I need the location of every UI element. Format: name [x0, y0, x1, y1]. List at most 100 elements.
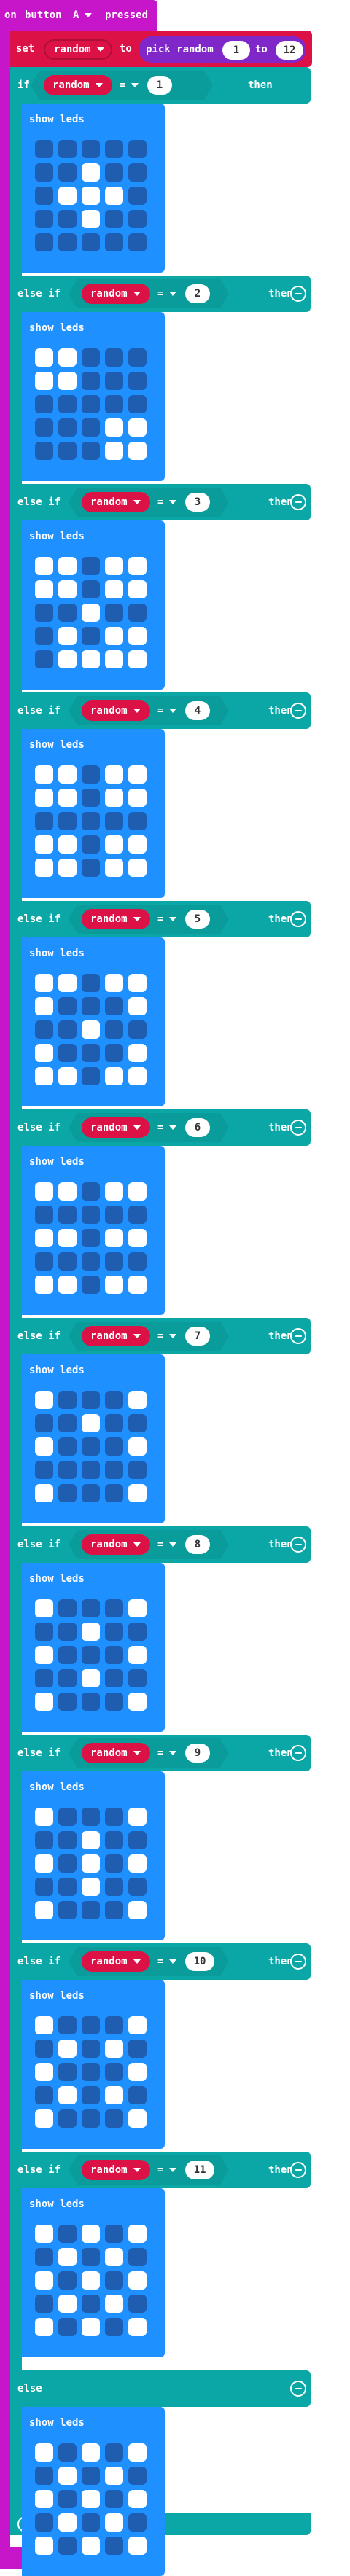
led-on[interactable]	[128, 789, 147, 807]
led-off[interactable]	[82, 418, 100, 437]
led-on[interactable]	[128, 418, 147, 437]
led-off[interactable]	[82, 1646, 100, 1664]
led-on[interactable]	[58, 835, 77, 854]
led-on[interactable]	[128, 1599, 147, 1617]
led-off[interactable]	[128, 348, 147, 367]
led-on[interactable]	[82, 210, 100, 228]
led-off[interactable]	[35, 187, 53, 205]
led-off[interactable]	[105, 1808, 123, 1826]
led-on[interactable]	[128, 859, 147, 877]
led-off[interactable]	[58, 2063, 77, 2081]
led-on[interactable]	[35, 348, 53, 367]
led-off[interactable]	[58, 1414, 77, 1432]
led-off[interactable]	[35, 140, 53, 158]
led-on[interactable]	[128, 2271, 147, 2290]
led-off[interactable]	[58, 1461, 77, 1479]
led-on[interactable]	[35, 765, 53, 784]
led-on[interactable]	[82, 604, 100, 622]
led-on[interactable]	[82, 1878, 100, 1896]
led-on[interactable]	[105, 1182, 123, 1201]
variable-dropdown[interactable]: random	[82, 492, 150, 512]
led-on[interactable]	[105, 418, 123, 437]
led-off[interactable]	[128, 1020, 147, 1039]
led-off[interactable]	[35, 2040, 53, 2058]
led-on[interactable]	[35, 557, 53, 575]
variable-dropdown[interactable]: random	[82, 1117, 150, 1138]
led-off[interactable]	[35, 233, 53, 251]
led-off[interactable]	[105, 2490, 123, 2508]
led-off[interactable]	[105, 1391, 123, 1409]
variable-dropdown[interactable]: random	[82, 1534, 150, 1555]
led-off[interactable]	[35, 1831, 53, 1849]
variable-dropdown[interactable]: random	[44, 75, 112, 95]
led-off[interactable]	[105, 2537, 123, 2555]
led-off[interactable]	[82, 1182, 100, 1201]
remove-branch-icon[interactable]	[290, 1328, 306, 1344]
led-on[interactable]	[128, 627, 147, 645]
compare-value-input[interactable]: 2	[185, 284, 210, 303]
led-on[interactable]	[58, 1182, 77, 1201]
compare-operator-dropdown[interactable]: =	[117, 77, 141, 94]
led-off[interactable]	[105, 2443, 123, 2462]
led-off[interactable]	[128, 163, 147, 182]
compare-value-input[interactable]: 4	[185, 701, 210, 720]
led-off[interactable]	[128, 604, 147, 622]
led-off[interactable]	[35, 1414, 53, 1432]
led-on[interactable]	[58, 348, 77, 367]
led-off[interactable]	[58, 812, 77, 830]
led-on[interactable]	[128, 580, 147, 598]
led-off[interactable]	[82, 580, 100, 598]
led-on[interactable]	[58, 580, 77, 598]
led-off[interactable]	[82, 2086, 100, 2104]
led-on[interactable]	[82, 650, 100, 668]
led-off[interactable]	[58, 442, 77, 460]
led-on[interactable]	[35, 2016, 53, 2034]
led-off[interactable]	[105, 604, 123, 622]
led-on[interactable]	[128, 650, 147, 668]
led-off[interactable]	[58, 1206, 77, 1224]
led-on[interactable]	[128, 2537, 147, 2555]
led-off[interactable]	[58, 1646, 77, 1664]
led-off[interactable]	[58, 1808, 77, 1826]
compare-operator-dropdown[interactable]: =	[155, 2161, 179, 2179]
led-off[interactable]	[105, 2016, 123, 2034]
led-off[interactable]	[82, 1693, 100, 1711]
led-on[interactable]	[35, 2490, 53, 2508]
led-on[interactable]	[35, 1067, 53, 1085]
variable-dropdown[interactable]: random	[82, 1743, 150, 1763]
led-off[interactable]	[128, 2040, 147, 2058]
led-off[interactable]	[82, 1229, 100, 1247]
led-on[interactable]	[128, 997, 147, 1015]
led-on[interactable]	[82, 2225, 100, 2243]
led-on[interactable]	[128, 2109, 147, 2128]
led-on[interactable]	[35, 2443, 53, 2462]
led-off[interactable]	[58, 233, 77, 251]
led-on[interactable]	[128, 2443, 147, 2462]
led-on[interactable]	[128, 2490, 147, 2508]
led-off[interactable]	[105, 812, 123, 830]
led-on[interactable]	[58, 789, 77, 807]
led-off[interactable]	[82, 1461, 100, 1479]
led-on[interactable]	[128, 1182, 147, 1201]
led-off[interactable]	[105, 1669, 123, 1687]
variable-dropdown[interactable]: random	[82, 700, 150, 721]
led-off[interactable]	[105, 1878, 123, 1896]
led-on[interactable]	[35, 1646, 53, 1664]
led-off[interactable]	[58, 418, 77, 437]
led-on[interactable]	[35, 1182, 53, 1201]
led-off[interactable]	[82, 1044, 100, 1062]
led-off[interactable]	[105, 210, 123, 228]
led-off[interactable]	[58, 1391, 77, 1409]
led-off[interactable]	[105, 1414, 123, 1432]
led-off[interactable]	[105, 1252, 123, 1271]
led-off[interactable]	[35, 812, 53, 830]
led-off[interactable]	[35, 650, 53, 668]
led-off[interactable]	[58, 1693, 77, 1711]
led-off[interactable]	[128, 187, 147, 205]
led-off[interactable]	[82, 1391, 100, 1409]
led-off[interactable]	[105, 163, 123, 182]
led-off[interactable]	[128, 1206, 147, 1224]
led-off[interactable]	[35, 2295, 53, 2313]
led-on[interactable]	[128, 2016, 147, 2034]
led-on[interactable]	[128, 1808, 147, 1826]
